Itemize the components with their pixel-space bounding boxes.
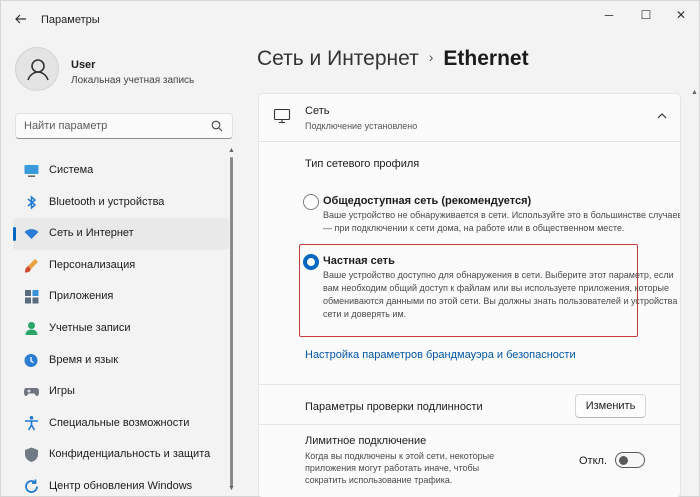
accessibility-icon xyxy=(25,415,38,431)
chevron-up-icon[interactable] xyxy=(656,110,668,122)
sidebar-item-gaming[interactable]: Игры xyxy=(13,376,229,408)
breadcrumb: Сеть и Интернет › Ethernet xyxy=(257,47,529,71)
page-title: Ethernet xyxy=(443,47,529,70)
shield-icon xyxy=(25,447,38,463)
metered-toggle-state: Откл. xyxy=(579,455,608,467)
search-input[interactable] xyxy=(24,118,204,134)
sidebar-item-label: Приложения xyxy=(49,290,114,303)
avatar xyxy=(15,47,59,91)
sidebar-item-label: Игры xyxy=(49,385,75,398)
sidebar-item-windows-update[interactable]: Центр обновления Windows xyxy=(13,471,229,497)
sidebar-nav: Система Bluetooth и устройства Сеть и Ин… xyxy=(13,155,229,497)
toggle-knob xyxy=(619,455,628,465)
minimize-button[interactable]: ─ xyxy=(591,5,627,25)
network-panel: Сеть Подключение установлено Тип сетевог… xyxy=(258,93,681,497)
title-bar: Параметры ─ ☐ ✕ xyxy=(1,1,700,37)
metered-connection-toggle[interactable] xyxy=(615,452,645,468)
window-title: Параметры xyxy=(41,14,100,26)
gamepad-icon xyxy=(24,388,39,397)
private-network-radio[interactable] xyxy=(303,254,319,270)
bluetooth-icon xyxy=(27,194,37,210)
breadcrumb-parent[interactable]: Сеть и Интернет xyxy=(257,47,419,70)
sidebar-item-time-language[interactable]: Время и язык xyxy=(13,345,229,377)
divider xyxy=(259,424,680,425)
maximize-button[interactable]: ☐ xyxy=(628,5,664,25)
sidebar-item-label: Время и язык xyxy=(49,353,119,366)
sidebar-scroll-down-icon[interactable]: ▼ xyxy=(228,485,235,492)
private-network-title: Частная сеть xyxy=(323,255,395,267)
sidebar-item-label: Сеть и Интернет xyxy=(49,227,134,240)
auth-settings-label: Параметры проверки подлинности xyxy=(305,401,483,413)
sidebar-item-apps[interactable]: Приложения xyxy=(13,281,229,313)
refresh-icon xyxy=(25,479,38,493)
main-scroll-up-icon[interactable]: ▲ xyxy=(691,89,698,96)
firewall-settings-link[interactable]: Настройка параметров брандмауэра и безоп… xyxy=(305,349,576,361)
search-icon xyxy=(211,120,223,132)
sidebar-item-label: Bluetooth и устройства xyxy=(49,195,165,208)
divider xyxy=(259,384,680,385)
settings-window: Параметры ─ ☐ ✕ User Локальная учетная з… xyxy=(0,0,700,497)
brush-icon xyxy=(25,258,38,273)
public-network-radio[interactable] xyxy=(303,194,319,210)
search-box[interactable] xyxy=(15,113,233,139)
sidebar-item-label: Персонализация xyxy=(49,258,136,271)
sidebar-item-label: Конфиденциальность и защита xyxy=(49,448,211,461)
breadcrumb-separator: › xyxy=(428,49,434,66)
globe-clock-icon xyxy=(24,353,38,367)
sidebar-item-label: Специальные возможности xyxy=(49,416,190,429)
sidebar-item-label: Центр обновления Windows xyxy=(49,479,193,492)
profile-type-label: Тип сетевого профиля xyxy=(305,158,420,170)
metered-connection-description: Когда вы подключены к этой сети, некотор… xyxy=(305,451,495,485)
sidebar-item-label: Учетные записи xyxy=(49,321,131,334)
sidebar-item-accessibility[interactable]: Специальные возможности xyxy=(13,408,229,440)
arrow-left-icon xyxy=(15,14,26,24)
sidebar-item-label: Система xyxy=(49,164,94,176)
ethernet-monitor-icon xyxy=(273,108,291,124)
sidebar-item-personalization[interactable]: Персонализация xyxy=(13,250,229,282)
monitor-icon xyxy=(24,165,39,177)
sidebar-scroll-up-icon[interactable]: ▲ xyxy=(228,147,235,154)
sidebar-item-system[interactable]: Система xyxy=(13,155,229,187)
connection-status: Подключение установлено xyxy=(305,121,418,131)
change-button[interactable]: Изменить xyxy=(575,394,646,418)
public-network-description: Ваше устройство не обнаруживается в сети… xyxy=(323,210,681,233)
private-network-description: Ваше устройство доступно для обнаружения… xyxy=(323,270,681,319)
sidebar-item-network[interactable]: Сеть и Интернет xyxy=(13,218,229,250)
network-panel-header[interactable]: Сеть Подключение установлено xyxy=(259,94,680,142)
metered-connection-label: Лимитное подключение xyxy=(305,435,427,447)
person-avatar-icon xyxy=(27,59,49,81)
wifi-icon xyxy=(24,229,39,240)
sidebar-item-accounts[interactable]: Учетные записи xyxy=(13,313,229,345)
network-panel-title: Сеть xyxy=(305,105,330,117)
public-network-title: Общедоступная сеть (рекомендуется) xyxy=(323,195,532,207)
back-button[interactable] xyxy=(11,9,31,29)
user-name: User xyxy=(71,59,96,71)
apps-icon xyxy=(25,290,39,304)
close-button[interactable]: ✕ xyxy=(663,5,699,25)
user-profile[interactable]: User Локальная учетная запись xyxy=(15,47,235,97)
sidebar-scrollbar[interactable] xyxy=(230,157,233,487)
person-icon xyxy=(25,321,38,335)
account-type: Локальная учетная запись xyxy=(71,75,195,86)
sidebar-item-bluetooth[interactable]: Bluetooth и устройства xyxy=(13,187,229,219)
sidebar-item-privacy[interactable]: Конфиденциальность и защита xyxy=(13,439,229,471)
